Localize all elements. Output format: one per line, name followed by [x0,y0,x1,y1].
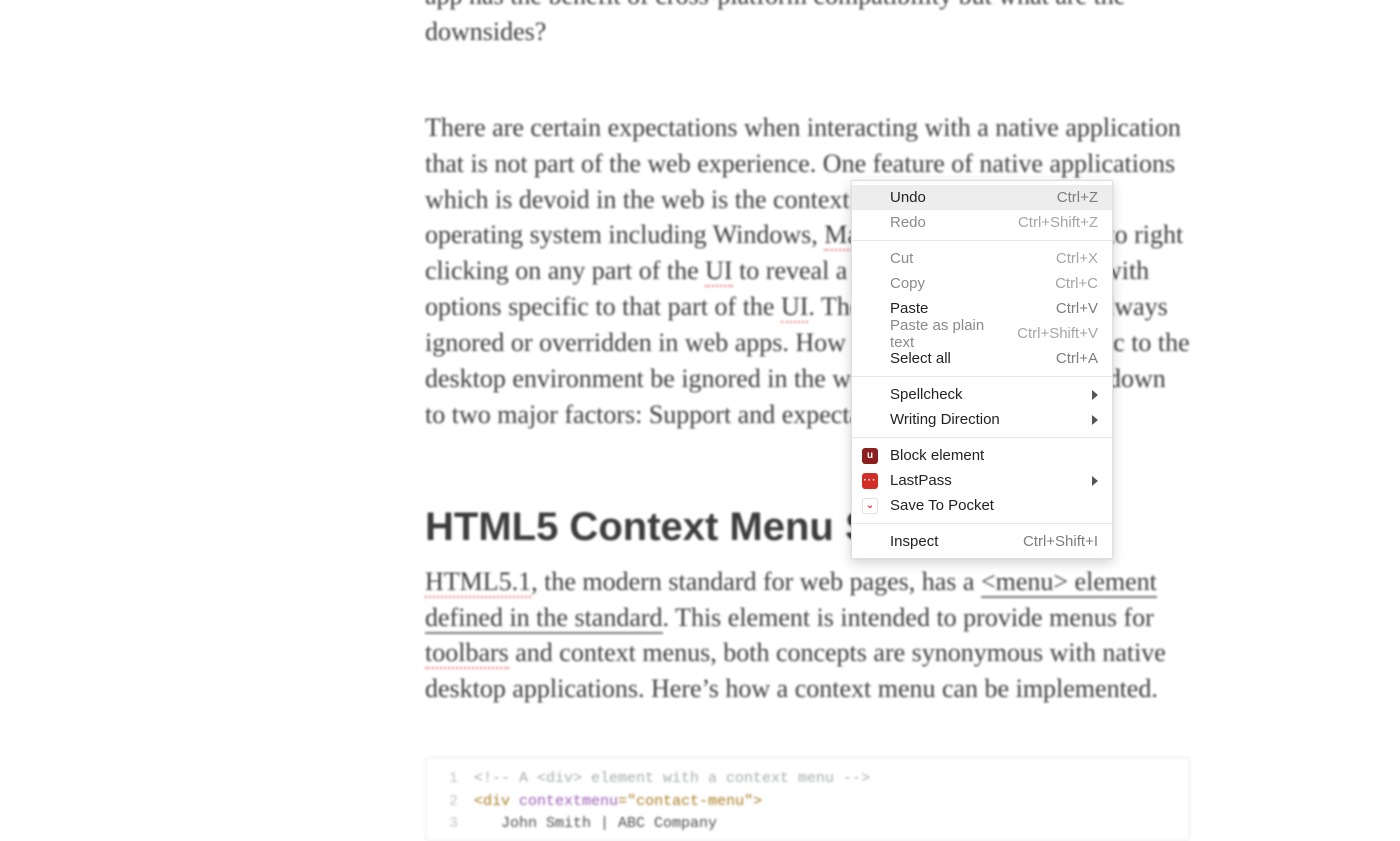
context-menu-item-redo: Redo Ctrl+Shift+Z [852,210,1112,235]
chevron-right-icon [1092,415,1098,425]
code-line-2-rest: ="contact-menu"> [618,793,762,810]
context-menu-label: Inspect [890,533,1011,550]
context-menu-item-paste-as-plain-text: Paste as plain textCtrl+Shift+V [852,321,1112,346]
context-menu-item-undo[interactable]: Undo Ctrl+Z [852,185,1112,210]
context-menu[interactable]: UndoCtrl+ZRedoCtrl+Shift+ZCutCtrl+XCopyC… [851,180,1113,559]
context-menu-item-save-to-pocket[interactable]: ⌄ Save To Pocket [852,493,1112,518]
context-menu-item-select-all[interactable]: Select all Ctrl+A [852,346,1112,371]
link-ui-1[interactable]: UI [705,256,732,287]
link-toolbars[interactable]: toolbars [425,638,509,669]
context-menu-separator [852,523,1112,524]
context-menu-item-block-element[interactable]: u Block element [852,443,1112,468]
chevron-right-icon [1092,390,1098,400]
text-span: . This element is intended to provide me… [663,603,1154,632]
context-menu-label: Paste [890,300,1044,317]
chevron-right-icon [1092,476,1098,486]
context-menu-label: Redo [890,214,1006,231]
code-line-2-tag: <div [474,793,510,810]
context-menu-item-inspect[interactable]: Inspect Ctrl+Shift+I [852,529,1112,554]
context-menu-item-copy: Copy Ctrl+C [852,271,1112,296]
context-menu-shortcut: Ctrl+C [1055,275,1098,292]
context-menu-label: Cut [890,250,1044,267]
context-menu-separator [852,437,1112,438]
context-menu-item-cut: Cut Ctrl+X [852,246,1112,271]
context-menu-label: Select all [890,350,1044,367]
text-span: and context menus, both concepts are syn… [425,638,1166,703]
lastpass-icon: ··· [862,473,878,489]
pocket-icon-slot: ⌄ [862,497,884,515]
context-menu-shortcut: Ctrl+A [1056,350,1098,367]
context-menu-label: Undo [890,189,1045,206]
ublock-icon: u [862,448,878,464]
link-ui-2[interactable]: UI [781,292,808,323]
context-menu-separator [852,240,1112,241]
context-menu-label: Copy [890,275,1043,292]
lastpass-icon-slot: ··· [862,472,884,490]
context-menu-item-writing-direction[interactable]: Writing Direction [852,407,1112,432]
context-menu-shortcut: Ctrl+Z [1057,189,1098,206]
context-menu-item-spellcheck[interactable]: Spellcheck [852,382,1112,407]
context-menu-label: Writing Direction [890,411,1082,428]
code-line-3: John Smith | ABC Company [474,815,717,832]
context-menu-label: LastPass [890,472,1082,489]
context-menu-shortcut: Ctrl+Shift+Z [1018,214,1098,231]
paragraph-html5: HTML5.1, the modern standard for web pag… [425,564,1190,708]
pocket-icon: ⌄ [862,498,878,514]
context-menu-separator [852,376,1112,377]
context-menu-shortcut: Ctrl+X [1056,250,1098,267]
code-block: 1<!-- A <div> element with a context men… [425,757,1190,841]
text-span: , the modern standard for web pages, has… [531,567,981,596]
context-menu-shortcut: Ctrl+Shift+I [1023,533,1098,550]
paragraph-intro-tail: app has the benefit of cross-platform co… [425,0,1190,50]
context-menu-label: Spellcheck [890,386,1082,403]
context-menu-shortcut: Ctrl+V [1056,300,1098,317]
link-html51[interactable]: HTML5.1 [425,567,531,598]
context-menu-shortcut: Ctrl+Shift+V [1017,325,1098,342]
context-menu-item-lastpass[interactable]: ··· LastPass [852,468,1112,493]
code-line-1: <!-- A <div> element with a context menu… [474,770,870,787]
ublock-icon-slot: u [862,447,884,465]
context-menu-label: Save To Pocket [890,497,1098,514]
context-menu-label: Block element [890,447,1098,464]
code-line-2-attr: contextmenu [519,793,618,810]
